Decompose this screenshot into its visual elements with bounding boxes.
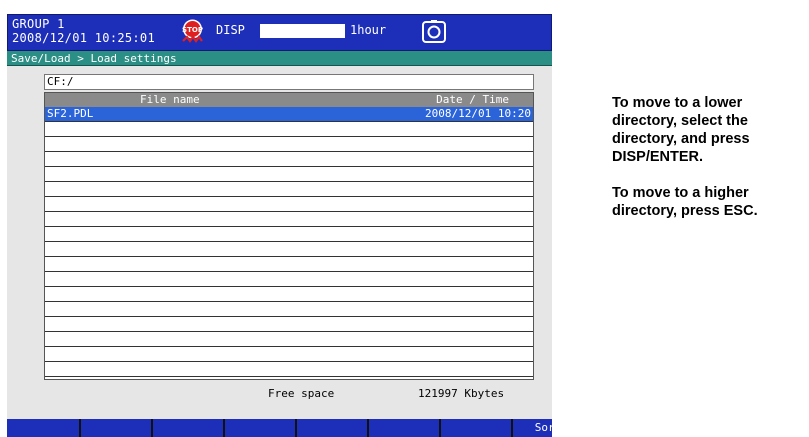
stop-icon: STOP	[179, 19, 206, 46]
soft-key-2[interactable]	[151, 419, 223, 437]
table-row[interactable]	[45, 227, 533, 242]
file-date-cell: 2008/12/01 10:20	[425, 107, 531, 120]
disp-indicator	[260, 24, 345, 38]
file-name-cell: SF2.PDL	[47, 107, 94, 120]
status-bar: GROUP 1 2008/12/01 10:25:01 STOP DISP 1h…	[7, 14, 552, 51]
group-name[interactable]: GROUP 1	[12, 18, 65, 31]
table-row[interactable]	[45, 137, 533, 152]
table-row[interactable]	[45, 167, 533, 182]
help-text: To move to a lower directory, select the…	[612, 94, 804, 238]
free-space-label: Free space	[268, 387, 335, 400]
table-row[interactable]	[45, 317, 533, 332]
file-rows: SF2.PDL 2008/12/01 10:20	[45, 107, 533, 377]
breadcrumb: Save/Load > Load settings	[7, 51, 552, 66]
help-lower-directory: To move to a lower directory, select the…	[612, 95, 750, 165]
table-row[interactable]	[45, 302, 533, 317]
disp-label: DISP	[216, 23, 245, 37]
soft-key-bar: Sort	[7, 419, 561, 437]
camera-icon	[420, 19, 448, 45]
column-header-date-time[interactable]: Date / Time	[436, 93, 509, 107]
soft-key-3[interactable]	[223, 419, 295, 437]
time-per-div-label: 1hour	[350, 23, 387, 37]
table-row[interactable]	[45, 242, 533, 257]
table-row[interactable]	[45, 257, 533, 272]
soft-key-5[interactable]	[367, 419, 439, 437]
directory-path-field[interactable]: CF:/	[44, 74, 534, 90]
table-row[interactable]	[45, 347, 533, 362]
soft-key-4[interactable]	[295, 419, 367, 437]
table-row[interactable]	[45, 182, 533, 197]
column-header-file-name[interactable]: File name	[140, 93, 200, 107]
file-list-header: File name Date / Time	[45, 93, 533, 107]
table-row[interactable]	[45, 197, 533, 212]
table-row[interactable]	[45, 152, 533, 167]
table-row[interactable]	[45, 212, 533, 227]
help-higher-directory: To move to a higher directory, press ESC…	[612, 185, 758, 219]
table-row[interactable]	[45, 272, 533, 287]
soft-key-blank	[7, 419, 79, 437]
file-list: File name Date / Time SF2.PDL 2008/12/01 …	[44, 92, 534, 380]
svg-text:STOP: STOP	[182, 26, 203, 34]
table-row[interactable]	[45, 362, 533, 377]
status-datetime: 2008/12/01 10:25:01	[12, 31, 155, 45]
soft-key-1[interactable]	[79, 419, 151, 437]
table-row[interactable]	[45, 122, 533, 137]
table-row[interactable]: SF2.PDL 2008/12/01 10:20	[45, 107, 533, 122]
soft-key-7[interactable]: Sort	[511, 419, 583, 437]
table-row[interactable]	[45, 332, 533, 347]
free-space-value: 121997 Kbytes	[418, 387, 505, 400]
table-row[interactable]	[45, 287, 533, 302]
soft-key-6[interactable]	[439, 419, 511, 437]
